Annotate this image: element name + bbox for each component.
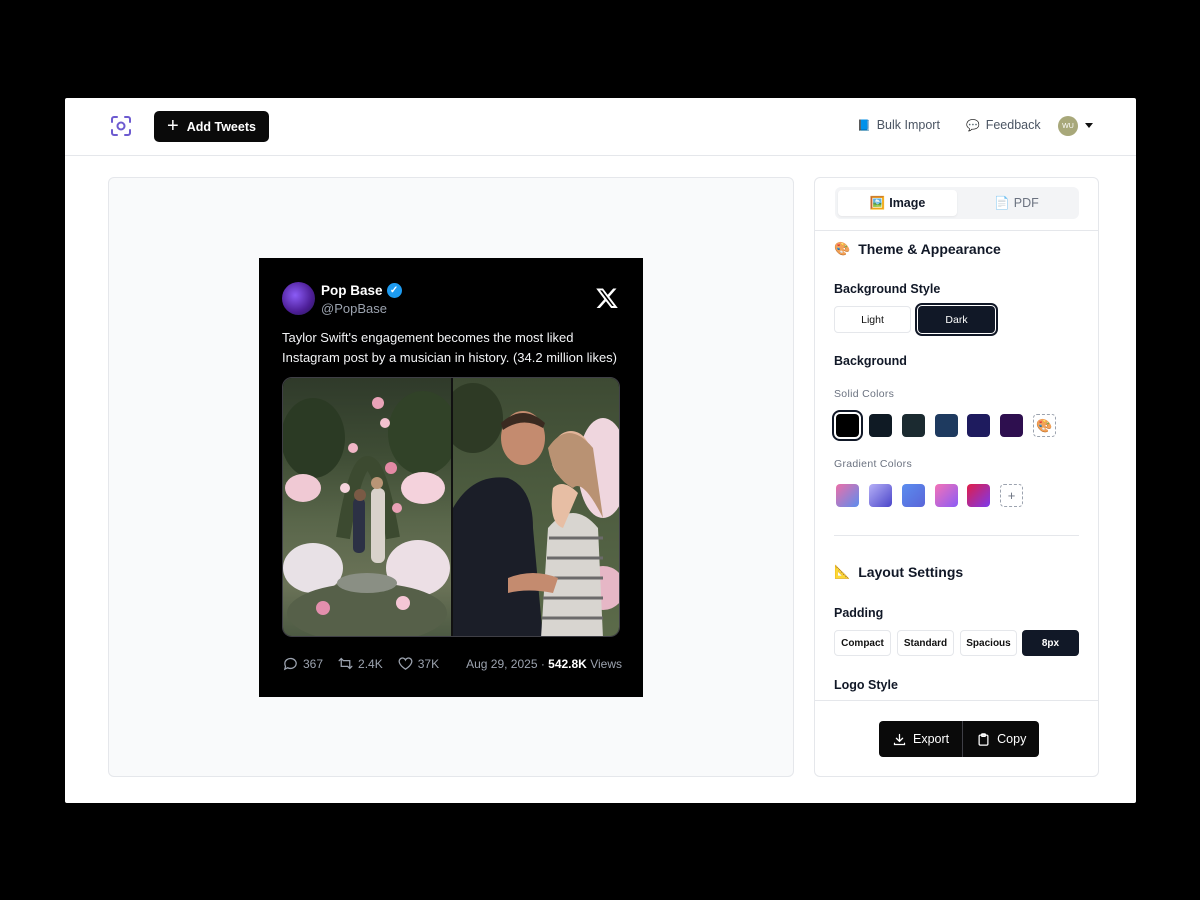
solid-color-swatch[interactable]: [967, 414, 990, 437]
feedback-link[interactable]: 💬 Feedback: [966, 118, 1041, 132]
theme-section-title: 🎨 Theme & Appearance: [834, 241, 1001, 257]
gradient-colors-label: Gradient Colors: [834, 458, 913, 470]
download-icon: [893, 733, 906, 745]
image-icon: 🖼️: [869, 195, 886, 210]
copy-label: Copy: [997, 732, 1027, 746]
reply-count: 367: [303, 656, 324, 671]
retweet-icon: [338, 657, 353, 670]
padding-8px-button[interactable]: 8px: [1022, 630, 1079, 656]
app-logo-icon[interactable]: [109, 114, 133, 138]
padding-label: Padding: [834, 606, 884, 620]
couple-photo-illustration: [443, 383, 619, 636]
feedback-label: Feedback: [985, 118, 1041, 132]
export-format-tabs: 🖼️ Image 📄 PDF: [835, 187, 1079, 219]
theme-title-text: Theme & Appearance: [858, 241, 1001, 257]
solid-color-swatch[interactable]: [902, 414, 925, 437]
plus-icon: +: [167, 114, 179, 137]
book-icon: 📘: [857, 119, 871, 132]
export-button[interactable]: Export: [879, 721, 962, 757]
solid-color-swatch[interactable]: [1000, 414, 1023, 437]
tab-image[interactable]: 🖼️ Image: [838, 190, 957, 216]
reply-icon: [283, 657, 297, 671]
retweet-stat: 2.4K: [337, 655, 383, 672]
padding-spacious-button[interactable]: Spacious: [960, 630, 1017, 656]
padding-compact-button[interactable]: Compact: [834, 630, 891, 656]
bulk-import-label: Bulk Import: [876, 118, 940, 132]
preview-canvas: Pop Base ✓ @PopBase Taylor Swift's engag…: [108, 177, 794, 777]
clipboard-icon: [978, 732, 989, 746]
reply-stat: 367: [282, 655, 323, 672]
heart-icon: [398, 657, 413, 670]
padding-standard-button[interactable]: Standard: [897, 630, 954, 656]
add-tweets-label: Add Tweets: [186, 119, 256, 134]
background-style-label: Background Style: [834, 282, 941, 296]
ruler-icon: 📐: [834, 564, 851, 579]
divider: [815, 700, 1098, 701]
gradient-swatch[interactable]: [836, 484, 859, 507]
plus-icon: +: [1007, 488, 1016, 503]
layout-section-title: 📐 Layout Settings: [834, 564, 963, 580]
chevron-down-icon[interactable]: [1085, 123, 1093, 128]
tweet-date: Aug 29, 2025 ·: [466, 656, 549, 671]
user-avatar[interactable]: WU: [1058, 116, 1078, 136]
tweet-author-name: Pop Base ✓: [321, 283, 402, 298]
like-count: 37K: [417, 656, 440, 671]
palette-icon: 🎨: [834, 241, 851, 256]
gradient-swatch[interactable]: [869, 484, 892, 507]
solid-colors-label: Solid Colors: [834, 388, 895, 400]
divider: [815, 230, 1098, 231]
add-tweets-button[interactable]: + Add Tweets: [154, 111, 269, 142]
app-window: + Add Tweets 📘 Bulk Import 💬 Feedback WU…: [65, 98, 1136, 803]
author-name-text: Pop Base: [321, 283, 383, 298]
solid-color-swatch[interactable]: [935, 414, 958, 437]
garden-photo-illustration: [283, 391, 458, 636]
copy-button[interactable]: Copy: [962, 721, 1039, 757]
document-icon: 📄: [994, 195, 1010, 210]
tweet-photo-garden: [283, 378, 458, 636]
tweet-photo-couple: [443, 378, 619, 636]
add-gradient-button[interactable]: +: [1000, 484, 1023, 507]
custom-color-button[interactable]: 🎨: [1033, 414, 1056, 437]
tab-image-label: Image: [889, 196, 926, 210]
tweet-footer: 367 2.4K 37K Aug 29, 2025 · 542.8K Views: [282, 655, 622, 672]
tweet-media: [282, 377, 620, 637]
divider: [834, 535, 1079, 536]
gradient-swatch[interactable]: [935, 484, 958, 507]
palette-icon: 🎨: [1036, 417, 1053, 433]
tab-pdf[interactable]: 📄 PDF: [957, 190, 1076, 216]
gradient-swatch[interactable]: [967, 484, 990, 507]
tweet-date-views: Aug 29, 2025 · 542.8K Views: [466, 657, 622, 671]
tab-pdf-label: PDF: [1013, 196, 1039, 210]
speech-bubble-icon: 💬: [966, 119, 980, 132]
top-bar: + Add Tweets 📘 Bulk Import 💬 Feedback WU: [65, 98, 1136, 156]
tweet-author-avatar: [282, 282, 315, 315]
solid-color-swatch[interactable]: [832, 410, 863, 441]
style-dark-button[interactable]: Dark: [915, 303, 998, 336]
style-light-button[interactable]: Light: [834, 306, 911, 333]
gradient-swatch[interactable]: [902, 484, 925, 507]
views-label: Views: [586, 656, 622, 671]
export-label: Export: [913, 732, 950, 746]
x-logo-icon: [596, 288, 618, 308]
action-bar: Export Copy: [879, 721, 1040, 757]
settings-panel: 🖼️ Image 📄 PDF 🎨 Theme & Appearance Back…: [814, 177, 1099, 777]
background-label: Background: [834, 354, 907, 368]
retweet-count: 2.4K: [358, 656, 383, 671]
tweet-text: Taylor Swift's engagement becomes the mo…: [282, 330, 617, 365]
verified-badge-icon: ✓: [386, 283, 402, 298]
views-count: 542.8K: [548, 656, 587, 671]
logo-style-label: Logo Style: [834, 678, 898, 692]
like-stat: 37K: [397, 655, 439, 672]
bulk-import-link[interactable]: 📘 Bulk Import: [857, 118, 940, 132]
tweet-card: Pop Base ✓ @PopBase Taylor Swift's engag…: [259, 258, 643, 697]
solid-color-swatch[interactable]: [869, 414, 892, 437]
tweet-author-handle: @PopBase: [321, 301, 387, 316]
layout-title-text: Layout Settings: [858, 564, 964, 580]
